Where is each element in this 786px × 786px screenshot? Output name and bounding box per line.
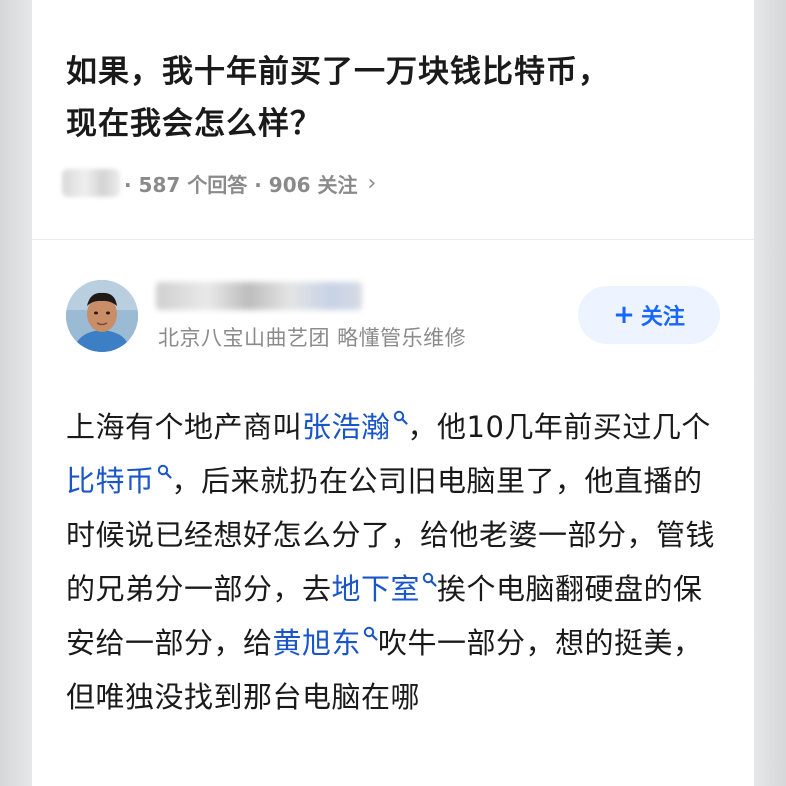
question-meta[interactable]: · 587 个回答 · 906 关注 › xyxy=(62,166,376,200)
left-edge xyxy=(0,0,32,786)
link-keyword-1[interactable]: 张浩瀚 xyxy=(302,410,408,444)
answer-card: 如果，我十年前买了一万块钱比特币， 现在我会怎么样？ · 587 个回答 · 9… xyxy=(32,0,754,786)
search-icon xyxy=(363,626,378,641)
link-keyword-3[interactable]: 地下室 xyxy=(332,572,438,606)
avatar[interactable] xyxy=(66,280,138,352)
search-icon xyxy=(422,572,437,587)
search-icon xyxy=(157,464,172,479)
link-keyword-1-label: 张浩瀚 xyxy=(302,410,391,444)
avatar-image xyxy=(66,280,138,352)
link-keyword-2-label: 比特币 xyxy=(66,464,155,498)
link-keyword-3-label: 地下室 xyxy=(331,572,421,606)
follow-label: 关注 xyxy=(640,305,685,330)
question-stats: · 587 个回答 · 906 关注 xyxy=(124,172,358,197)
plus-icon: + xyxy=(613,300,635,330)
answer-body: 上海有个地产商叫张浩瀚 ，他10几年前买过几个比特币 ，后来就扔在公司旧电脑里了，他… xyxy=(66,400,726,724)
link-keyword-2[interactable]: 比特币 xyxy=(66,464,172,498)
question-title-line-2: 现在我会怎么样？ xyxy=(66,106,322,142)
screen: 如果，我十年前买了一万块钱比特币， 现在我会怎么样？ · 587 个回答 · 9… xyxy=(0,0,786,786)
blurred-author-name[interactable] xyxy=(156,282,362,310)
divider xyxy=(32,239,754,240)
question-title-line-1: 如果，我十年前买了一万块钱比特币， xyxy=(66,54,610,90)
answer-text-2: ，他10几年前买过几个 xyxy=(407,410,711,444)
author-bio: 北京八宝山曲艺团 略懂管乐维修 xyxy=(158,326,467,350)
link-keyword-4-label: 黄旭东 xyxy=(272,626,362,660)
link-keyword-4[interactable]: 黄旭东 xyxy=(273,626,379,660)
question-title[interactable]: 如果，我十年前买了一万块钱比特币， 现在我会怎么样？ xyxy=(66,46,726,150)
answer-text-1: 上海有个地产商叫 xyxy=(66,410,303,444)
blurred-asker-name xyxy=(62,169,120,197)
right-edge xyxy=(754,0,786,786)
chevron-right-icon: › xyxy=(367,170,377,196)
search-icon xyxy=(393,410,408,425)
follow-button[interactable]: + 关注 xyxy=(578,286,720,344)
